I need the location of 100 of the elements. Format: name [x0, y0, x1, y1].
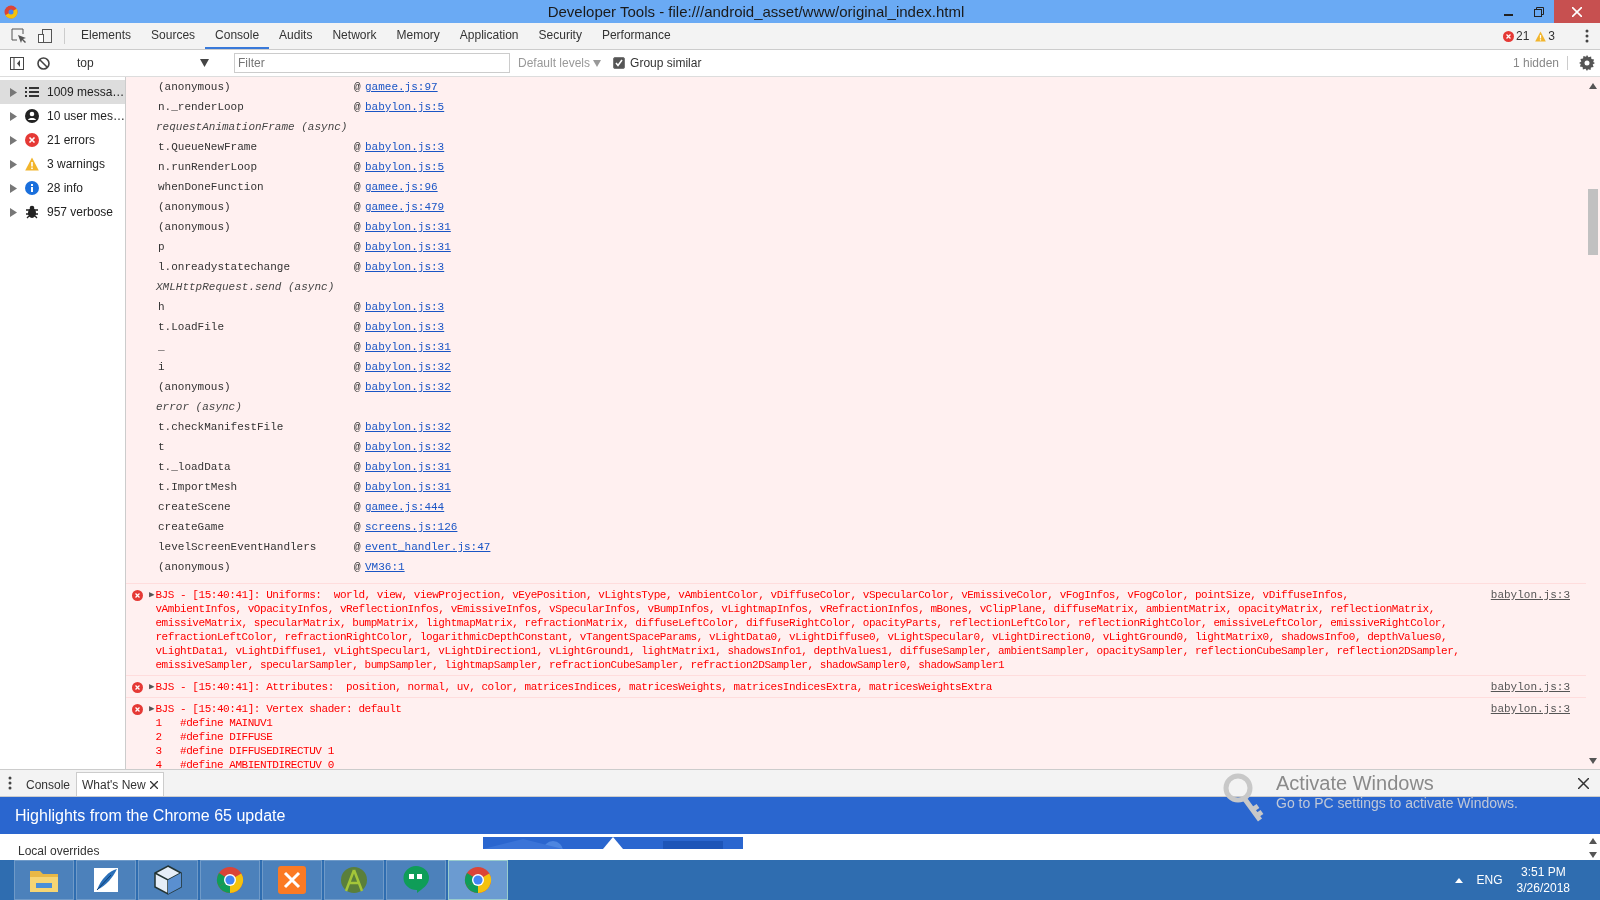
sidebar-item[interactable]: 957 verbose — [0, 200, 125, 224]
close-button[interactable] — [1554, 0, 1600, 23]
xampp-icon[interactable] — [277, 865, 307, 895]
panel-tab[interactable]: Console — [205, 23, 270, 49]
bug-icon — [25, 205, 39, 219]
at-sign: @ — [354, 221, 362, 233]
sidebar-item[interactable]: 21 errors — [0, 128, 125, 152]
function-name: n._renderLoop — [158, 101, 245, 113]
function-name: _ — [158, 341, 166, 353]
source-link[interactable]: VM36:1 — [365, 561, 405, 573]
chrome-icon[interactable] — [216, 866, 244, 894]
expand-arrow-icon[interactable]: ▶ — [149, 702, 155, 769]
function-name: t.ImportMesh — [158, 481, 239, 493]
at-sign: @ — [354, 361, 362, 373]
group-similar-checkbox[interactable]: Group similar — [613, 56, 702, 70]
source-link[interactable]: babylon.js:32 — [365, 421, 451, 433]
source-link[interactable]: babylon.js:32 — [365, 381, 451, 393]
scroll-up-icon[interactable] — [1589, 838, 1597, 844]
context-select[interactable]: top — [69, 56, 215, 70]
panel-tab[interactable]: Memory — [386, 23, 450, 49]
sidebar-item[interactable]: 1009 messa… — [0, 80, 125, 104]
cube-icon[interactable] — [154, 865, 182, 895]
expand-arrow-icon[interactable] — [10, 87, 17, 97]
function-name: t.checkManifestFile — [158, 421, 285, 433]
panel-tab[interactable]: Sources — [141, 23, 206, 49]
window-title: Developer Tools - file:///android_asset/www/original_index.html — [546, 3, 966, 20]
source-link[interactable]: babylon.js:31 — [365, 481, 451, 493]
at-sign: @ — [354, 81, 362, 93]
source-link[interactable]: babylon.js:3 — [1490, 588, 1570, 602]
close-icon[interactable] — [149, 780, 158, 789]
source-link[interactable]: gamee.js:96 — [365, 181, 438, 193]
source-link[interactable]: babylon.js:31 — [365, 221, 451, 233]
expand-arrow-icon[interactable] — [10, 135, 17, 145]
at-sign: @ — [354, 521, 362, 533]
at-sign: @ — [354, 381, 362, 393]
message-line: 1 #define MAINUV1 — [155, 716, 273, 730]
source-link[interactable]: screens.js:126 — [365, 521, 458, 533]
info-icon — [25, 181, 39, 195]
sidebar-item[interactable]: 28 info — [0, 176, 125, 200]
scroll-down-icon[interactable] — [1589, 852, 1597, 858]
source-link[interactable]: babylon.js:3 — [1490, 702, 1570, 716]
message-line: refractionLeftColor, refractionRightColor, logarithmicDepthConstant, vTangentSpaceParams, vLightData0, vLightDiffuse0, vLightSpecular0, vLightDirection0, vLightGround0, lightMatrix0, shadowsInfo0, depthValues0, — [155, 630, 1448, 644]
expand-arrow-icon[interactable] — [10, 111, 17, 121]
sidebar-item[interactable]: 3 warnings — [0, 152, 125, 176]
at-sign: @ — [354, 421, 362, 433]
language-indicator[interactable]: ENG — [1476, 873, 1503, 887]
source-link[interactable]: babylon.js:31 — [365, 241, 451, 253]
source-link[interactable]: babylon.js:3 — [1490, 680, 1570, 694]
source-link[interactable]: babylon.js:5 — [365, 161, 445, 173]
feather-icon[interactable] — [91, 865, 121, 895]
expand-arrow-icon[interactable]: ▶ — [149, 588, 155, 672]
expand-arrow-icon[interactable] — [10, 159, 17, 169]
source-link[interactable]: babylon.js:3 — [365, 301, 445, 313]
panel-tab[interactable]: Audits — [269, 23, 323, 49]
panel-tab[interactable]: Elements — [71, 23, 142, 49]
at-sign: @ — [354, 161, 362, 173]
error-icon — [132, 703, 143, 715]
source-link[interactable]: babylon.js:3 — [365, 321, 445, 333]
expand-arrow-icon[interactable]: ▶ — [149, 680, 155, 694]
source-link[interactable]: gamee.js:97 — [365, 81, 438, 93]
message-line: 4 #define AMBIENTDIRECTUV 0 — [155, 758, 334, 769]
drawer-tab[interactable]: What's New — [76, 772, 164, 796]
message-line: vAmbientInfos, vOpacityInfos, vReflectionInfos, vEmissiveInfos, vSpecularInfos, vBumpInfos, vLightmapInfos, vRefractionInfos, mBones, vClipPlane, diffuseMatrix, ambientMatrix, opacityMatrix, reflectionMatrix, — [155, 602, 1435, 616]
source-link[interactable]: babylon.js:32 — [365, 361, 451, 373]
source-link[interactable]: babylon.js:32 — [365, 441, 451, 453]
filter-field[interactable]: Filter — [234, 53, 510, 73]
scroll-thumb[interactable] — [1588, 189, 1598, 255]
expand-arrow-icon[interactable] — [10, 207, 17, 217]
source-link[interactable]: gamee.js:479 — [365, 201, 445, 213]
async-label: error (async) — [156, 401, 242, 413]
panel-tab[interactable]: Network — [322, 23, 387, 49]
chrome-icon[interactable] — [464, 866, 492, 894]
error-icon — [1502, 30, 1514, 42]
expand-arrow-icon[interactable] — [10, 183, 17, 193]
scroll-up-icon[interactable] — [1589, 83, 1597, 89]
count-text: 21 — [1515, 29, 1530, 43]
panel-tab[interactable]: Performance — [591, 23, 681, 49]
source-link[interactable]: event_handler.js:47 — [365, 541, 491, 553]
message-line: 2 #define DIFFUSE — [155, 730, 273, 744]
at-sign: @ — [354, 201, 362, 213]
panel-tab[interactable]: Security — [528, 23, 592, 49]
source-link[interactable]: gamee.js:444 — [365, 501, 445, 513]
scroll-down-icon[interactable] — [1589, 758, 1597, 764]
panel-tab[interactable]: Application — [449, 23, 529, 49]
restore-icon[interactable] — [1534, 6, 1544, 17]
source-link[interactable]: babylon.js:31 — [365, 461, 451, 473]
at-sign: @ — [354, 261, 362, 273]
clock[interactable]: 3:51 PM 3/26/2018 — [1516, 865, 1570, 895]
source-link[interactable]: babylon.js:3 — [365, 261, 445, 273]
message-line: emissiveMatrix, specularMatrix, bumpMatrix, lightmapMatrix, refractionMatrix, diffuseLeftColor, diffuseRightColor, opacityParts, reflectionLeftColor, reflectionRightColor, emissiveLeftColor, emissiveRightColor, — [155, 616, 1448, 630]
source-link[interactable]: babylon.js:31 — [365, 341, 451, 353]
sidebar-item[interactable]: 10 user mes… — [0, 104, 125, 128]
chat-icon[interactable] — [402, 865, 430, 895]
compass-icon[interactable] — [339, 865, 369, 895]
tray-arrow-icon[interactable] — [1454, 877, 1463, 883]
drawer-tab[interactable]: Console — [20, 772, 77, 796]
source-link[interactable]: babylon.js:5 — [365, 101, 445, 113]
hidden-count: 1 hidden — [1512, 56, 1568, 70]
source-link[interactable]: babylon.js:3 — [365, 141, 445, 153]
message-line: BJS - [15:40:41]: Attributes: position, normal, uv, color, matricesIndices, matricesWeights, matricesIndicesExtra, matricesWeightsExtra — [155, 680, 992, 694]
